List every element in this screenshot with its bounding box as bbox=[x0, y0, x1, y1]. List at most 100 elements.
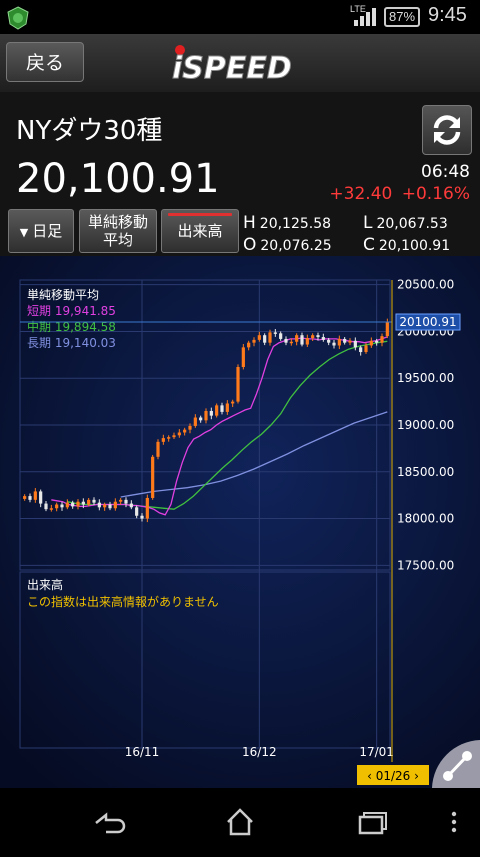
sma-toggle-button[interactable]: 単純移動 平均 bbox=[79, 209, 157, 253]
y-tick-label: 20500.00 bbox=[397, 278, 454, 292]
sma-label-line2: 平均 bbox=[102, 231, 133, 249]
candle bbox=[193, 417, 197, 426]
candle bbox=[241, 347, 245, 367]
high-value: H 20,125.58 bbox=[243, 213, 332, 233]
svg-text:‹ 01/26 ›: ‹ 01/26 › bbox=[367, 769, 419, 783]
candle bbox=[39, 491, 43, 504]
signal-icon bbox=[354, 8, 376, 26]
candle bbox=[183, 429, 187, 433]
candle bbox=[108, 504, 112, 509]
candle bbox=[295, 335, 299, 342]
candle bbox=[103, 504, 107, 508]
candle bbox=[273, 332, 277, 334]
x-tick-label: 17/01 bbox=[359, 745, 394, 759]
recent-apps-nav-icon[interactable] bbox=[358, 812, 387, 835]
candle bbox=[364, 345, 368, 353]
y-tick-label: 18000.00 bbox=[397, 512, 454, 526]
candle bbox=[369, 340, 373, 346]
candle bbox=[28, 496, 32, 500]
cursor-right-icon: › bbox=[414, 769, 419, 783]
candle bbox=[231, 401, 235, 404]
candle bbox=[199, 417, 203, 421]
volume-title: 出来高 bbox=[27, 577, 63, 592]
change-value: +32.40 bbox=[329, 184, 393, 204]
candle bbox=[71, 502, 75, 507]
candle bbox=[263, 335, 267, 343]
candle bbox=[305, 338, 309, 345]
candle bbox=[311, 335, 315, 338]
legend-mid: 中期 19,894.58 bbox=[27, 319, 116, 334]
candle bbox=[279, 333, 283, 339]
candle bbox=[236, 367, 240, 402]
candle bbox=[177, 432, 181, 436]
candle bbox=[225, 403, 229, 412]
price-chart[interactable]: 17500.00 18000.00 18500.00 19000.00 19500.00… bbox=[0, 256, 480, 788]
candle bbox=[156, 441, 160, 457]
status-clock: 9:45 bbox=[428, 4, 467, 26]
volume-message: この指数は出来高情報がありません bbox=[27, 594, 219, 609]
volume-toggle-button[interactable]: 出来高 bbox=[161, 209, 239, 253]
status-bar: LTE 87% 9:45 bbox=[0, 0, 480, 34]
candle bbox=[81, 501, 85, 505]
y-tick-label: 17500.00 bbox=[397, 558, 454, 572]
current-price-label: 20100.91 bbox=[399, 315, 456, 329]
candle bbox=[113, 501, 117, 509]
candle bbox=[289, 341, 293, 344]
candle bbox=[23, 496, 27, 499]
candle bbox=[55, 504, 59, 509]
candle bbox=[353, 340, 357, 348]
candle bbox=[49, 508, 53, 510]
candle bbox=[375, 340, 379, 343]
battery-indicator: 87% bbox=[384, 7, 420, 27]
y-tick-label: 18500.00 bbox=[397, 465, 454, 479]
period-selector[interactable]: ▼ 日足 bbox=[8, 209, 74, 253]
app-bar: 戻る iSPEED bbox=[0, 34, 480, 92]
x-tick-label: 16/12 bbox=[242, 745, 277, 759]
cursor-date-tag[interactable]: ‹ 01/26 › bbox=[357, 765, 429, 785]
candle bbox=[284, 338, 288, 343]
candle bbox=[321, 337, 325, 340]
candle bbox=[385, 322, 389, 337]
candle bbox=[140, 515, 144, 519]
candle bbox=[65, 502, 69, 508]
price-change: +32.40 +0.16% bbox=[329, 184, 470, 204]
navigation-bar bbox=[0, 788, 480, 853]
candle bbox=[327, 339, 331, 343]
overflow-menu-icon[interactable] bbox=[451, 811, 457, 833]
sma-label-line1: 単純移動 bbox=[87, 213, 148, 231]
candle bbox=[129, 503, 133, 508]
candle bbox=[257, 335, 261, 340]
low-value: L 20,067.53 bbox=[363, 213, 448, 233]
chart-area[interactable]: 17500.00 18000.00 18500.00 19000.00 19500.00… bbox=[0, 256, 480, 788]
candle bbox=[87, 499, 91, 505]
candle bbox=[220, 405, 224, 412]
candle bbox=[209, 410, 213, 416]
candle bbox=[300, 335, 304, 345]
ispeed-logo: iSPEED bbox=[172, 45, 292, 86]
candle bbox=[172, 435, 176, 438]
candle bbox=[380, 336, 384, 343]
indicator-title: 単純移動平均 bbox=[27, 288, 99, 302]
current-price-tag: 20100.91 bbox=[395, 313, 461, 331]
back-button[interactable]: 戻る bbox=[6, 42, 84, 82]
home-nav-icon[interactable] bbox=[227, 808, 253, 836]
candle bbox=[359, 347, 363, 353]
candle bbox=[135, 507, 139, 516]
candle bbox=[145, 497, 149, 519]
candle bbox=[161, 438, 165, 442]
legend-short: 短期 19,941.85 bbox=[27, 304, 116, 318]
instrument-title: NYダウ30種 bbox=[16, 116, 163, 146]
y-tick-label: 19000.00 bbox=[397, 418, 454, 432]
app-notification-icon bbox=[7, 6, 29, 30]
legend-long: 長期 19,140.03 bbox=[27, 336, 116, 350]
close-value: C 20,100.91 bbox=[363, 235, 451, 255]
refresh-button[interactable] bbox=[422, 105, 472, 155]
candle bbox=[215, 405, 219, 416]
back-nav-icon[interactable] bbox=[95, 812, 126, 834]
refresh-icon bbox=[433, 115, 461, 145]
candle bbox=[348, 340, 352, 343]
logo-text: iSPEED bbox=[172, 51, 292, 86]
x-tick-label: 16/11 bbox=[125, 745, 160, 759]
quote-time: 06:48 bbox=[421, 162, 470, 182]
candle bbox=[119, 499, 123, 502]
